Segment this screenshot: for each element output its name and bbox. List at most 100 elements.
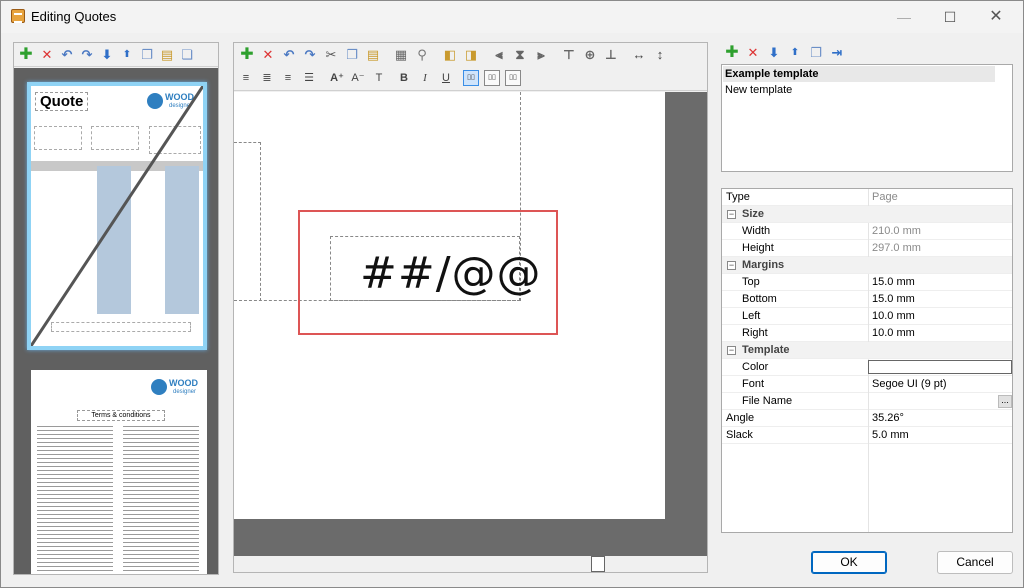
- prop-value[interactable]: 15.0 mm: [872, 276, 915, 288]
- underline-icon[interactable]: U: [438, 70, 454, 86]
- delete-template-icon[interactable]: ✕: [744, 44, 762, 62]
- add-icon[interactable]: ✚: [238, 46, 256, 64]
- prop-row-bottom[interactable]: Bottom 15.0 mm: [722, 291, 1012, 308]
- prop-value[interactable]: 10.0 mm: [872, 327, 915, 339]
- layout-two-pages-icon[interactable]: ▯▯: [484, 70, 500, 86]
- prop-row-slack[interactable]: Slack 5.0 mm: [722, 427, 1012, 444]
- prop-row-top[interactable]: Top 15.0 mm: [722, 274, 1012, 291]
- prop-value[interactable]: 15.0 mm: [872, 293, 915, 305]
- category-margins[interactable]: − Margins: [722, 257, 1012, 274]
- collapse-icon[interactable]: −: [727, 346, 736, 355]
- color-swatch[interactable]: [868, 360, 1012, 374]
- page-number-field[interactable]: ##/@@: [360, 248, 542, 299]
- text-style-icon[interactable]: T: [371, 70, 387, 86]
- undo-icon[interactable]: ↶: [280, 46, 298, 64]
- bring-forward-icon[interactable]: ◧: [441, 46, 459, 64]
- redo-icon[interactable]: ↷: [301, 46, 319, 64]
- cut-icon[interactable]: ✂: [322, 46, 340, 64]
- page-settings-icon[interactable]: [591, 556, 605, 572]
- prop-value[interactable]: Segoe UI (9 pt): [872, 378, 947, 390]
- copy-icon[interactable]: ❐: [138, 46, 156, 64]
- copy-icon[interactable]: ❐: [343, 46, 361, 64]
- grid-separator: [868, 240, 869, 257]
- guide-line: [260, 142, 261, 301]
- template-item[interactable]: Example template: [723, 66, 995, 82]
- page-thumbnail-1[interactable]: Quote WOOD designer: [27, 82, 207, 350]
- move-up-icon[interactable]: ⬆: [118, 46, 136, 64]
- shrink-font-icon[interactable]: A⁻: [350, 70, 366, 86]
- format-painter-icon[interactable]: ▦: [392, 46, 410, 64]
- template-item[interactable]: New template: [723, 82, 995, 98]
- text-align-center-icon[interactable]: ≣: [259, 70, 275, 86]
- prop-name: Color: [742, 361, 769, 373]
- same-height-icon[interactable]: ↕: [651, 46, 669, 64]
- pages-toolbar: ✚ ✕ ↶ ↷ ⬇ ⬆ ❐ ▤ ❏: [14, 43, 218, 67]
- category-size[interactable]: − Size: [722, 206, 1012, 223]
- prop-row-angle[interactable]: Angle 35.26°: [722, 410, 1012, 427]
- align-right-icon[interactable]: ⫸: [532, 46, 550, 64]
- redo-icon[interactable]: ↷: [78, 46, 96, 64]
- template-list[interactable]: Example template New template: [721, 64, 1013, 172]
- prop-row-right[interactable]: Right 10.0 mm: [722, 325, 1012, 342]
- grid-separator: [868, 427, 869, 444]
- design-canvas[interactable]: ##/@@: [234, 92, 707, 556]
- editing-quotes-window: Editing Quotes — ☐ ✕ ✚ ✕ ↶ ↷ ⬇ ⬆ ❐ ▤ ❏ Q…: [0, 0, 1024, 588]
- align-center-icon[interactable]: ⧗: [511, 46, 529, 64]
- prop-name: Bottom: [742, 293, 777, 305]
- paste-icon[interactable]: ▤: [364, 46, 382, 64]
- prop-row-left[interactable]: Left 10.0 mm: [722, 308, 1012, 325]
- paste-icon[interactable]: ▤: [158, 46, 176, 64]
- text-align-right-icon[interactable]: ≡: [280, 70, 296, 86]
- category-label: Size: [742, 208, 765, 220]
- delete-icon[interactable]: ✕: [38, 46, 56, 64]
- page-thumbnail-2[interactable]: WOOD designer Terms & conditions: [31, 370, 207, 574]
- import-icon[interactable]: ❐: [807, 44, 825, 62]
- browse-file-button[interactable]: ...: [998, 395, 1012, 408]
- move-down-icon[interactable]: ⬇: [98, 46, 116, 64]
- property-grid: Type Page − Size Width 210.0 mm Height 2…: [721, 188, 1013, 533]
- ok-button[interactable]: OK: [811, 551, 887, 574]
- grid-separator: [868, 308, 869, 325]
- minimize-button[interactable]: —: [881, 1, 927, 33]
- collapse-icon[interactable]: −: [727, 261, 736, 270]
- prop-value[interactable]: 10.0 mm: [872, 310, 915, 322]
- same-width-icon[interactable]: ↔: [630, 46, 648, 64]
- prop-row-font[interactable]: Font Segoe UI (9 pt): [722, 376, 1012, 393]
- cancel-button[interactable]: Cancel: [937, 551, 1013, 574]
- maximize-button[interactable]: ☐: [927, 1, 973, 33]
- thumbnail-list[interactable]: Quote WOOD designer WOOD designer Terms …: [14, 68, 218, 574]
- canvas-page[interactable]: ##/@@: [234, 92, 665, 519]
- close-button[interactable]: ✕: [973, 1, 1019, 33]
- layout-facing-pages-icon[interactable]: ▯▯: [505, 70, 521, 86]
- logo-circle-icon: [151, 379, 167, 395]
- undo-icon[interactable]: ↶: [58, 46, 76, 64]
- category-template[interactable]: − Template: [722, 342, 1012, 359]
- bold-icon[interactable]: B: [396, 70, 412, 86]
- collapse-icon[interactable]: −: [727, 210, 736, 219]
- prop-row-file-name[interactable]: File Name ...: [722, 393, 1012, 410]
- send-backward-icon[interactable]: ◨: [462, 46, 480, 64]
- align-top-icon[interactable]: ⊤: [560, 46, 578, 64]
- text-justify-icon[interactable]: ☰: [301, 70, 317, 86]
- duplicate-icon[interactable]: ❏: [178, 46, 196, 64]
- brush-icon[interactable]: ⚲: [413, 46, 431, 64]
- category-label: Margins: [742, 259, 785, 271]
- export-icon[interactable]: ⇥: [828, 44, 846, 62]
- delete-icon[interactable]: ✕: [259, 46, 277, 64]
- prop-name: Right: [742, 327, 768, 339]
- italic-icon[interactable]: I: [417, 70, 433, 86]
- prop-value[interactable]: 5.0 mm: [872, 429, 909, 441]
- text-align-left-icon[interactable]: ≡: [238, 70, 254, 86]
- align-left-icon[interactable]: ⫷: [490, 46, 508, 64]
- grow-font-icon[interactable]: A⁺: [329, 70, 345, 86]
- align-bottom-icon[interactable]: ⊥: [602, 46, 620, 64]
- add-template-icon[interactable]: ✚: [723, 44, 741, 62]
- prop-row-color[interactable]: Color: [722, 359, 1012, 376]
- move-down-icon[interactable]: ⬇: [765, 44, 783, 62]
- layout-one-page-icon[interactable]: ▯▯: [463, 70, 479, 86]
- move-up-icon[interactable]: ⬆: [786, 44, 804, 62]
- prop-value[interactable]: 35.26°: [872, 412, 904, 424]
- add-icon[interactable]: ✚: [17, 46, 35, 64]
- grid-separator: [868, 325, 869, 342]
- align-middle-icon[interactable]: ⊕: [581, 46, 599, 64]
